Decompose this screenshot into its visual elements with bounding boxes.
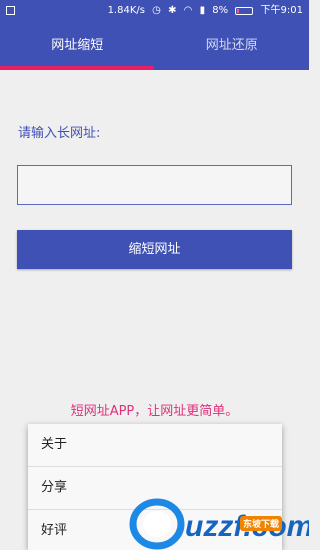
clock: 下午9:01 [260,5,303,16]
menu-item-about[interactable]: 关于 [28,424,282,466]
wifi-icon: ◠ [183,5,193,16]
status-bar: 1.84K/s ◷ ✱ ◠ ▮ 8% 下午9:01 [0,0,309,22]
tab-shorten-url[interactable]: 网址缩短 [0,22,155,70]
signal-icon: ▮ [199,5,206,16]
battery-percent: 8% [212,5,229,16]
tab-bar: 网址缩短 网址还原 [0,22,309,70]
shorten-url-button[interactable]: 缩短网址 [17,230,292,269]
battery-icon [235,7,254,15]
network-speed: 1.84K/s [107,5,145,16]
tab-restore-url[interactable]: 网址还原 [155,22,310,70]
alarm-icon: ◷ [152,5,161,16]
active-tab-indicator [0,66,154,70]
sim-icon [6,6,15,15]
watermark-swoosh-inner [143,511,171,537]
long-url-label: 请输入长网址: [18,126,101,141]
bluetooth-icon: ✱ [168,5,177,16]
long-url-input[interactable] [17,165,292,205]
app-slogan: 短网址APP，让网址更简单。 [70,404,239,419]
watermark-badge: 东坡下载 [240,516,283,531]
